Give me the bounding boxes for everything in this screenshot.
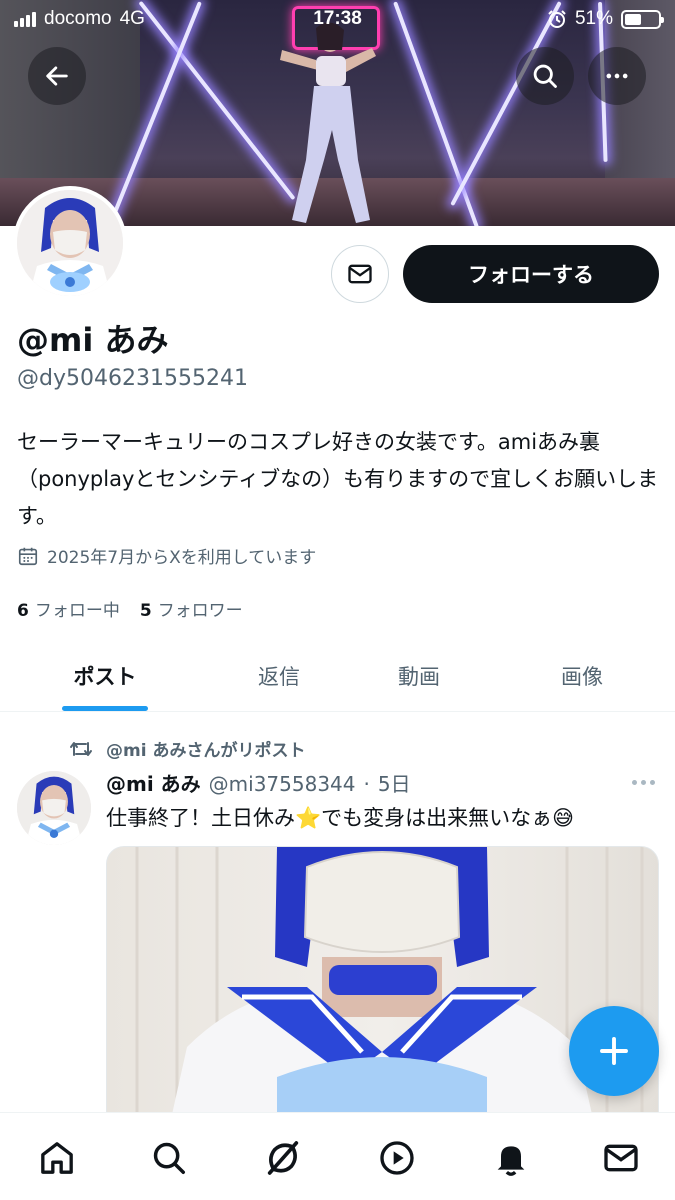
followers-count: 5 <box>139 601 152 621</box>
nav-explore[interactable] <box>142 1131 196 1185</box>
post-author-avatar[interactable] <box>17 771 91 845</box>
following-label: フォロー中 <box>34 601 120 621</box>
more-button[interactable] <box>588 47 646 105</box>
search-icon <box>533 64 557 88</box>
tab-replies[interactable]: 返信 <box>216 640 342 712</box>
mail-icon <box>604 1144 638 1172</box>
post-age[interactable]: 5日 <box>378 768 411 797</box>
follow-button[interactable]: フォローする <box>403 245 659 303</box>
grok-icon <box>267 1141 299 1175</box>
nav-grok[interactable] <box>256 1131 310 1185</box>
tab-videos[interactable]: 動画 <box>356 640 482 712</box>
bottom-navigation <box>0 1112 675 1200</box>
nav-notifications[interactable] <box>484 1131 538 1185</box>
plus-icon <box>600 1037 628 1065</box>
search-button[interactable] <box>516 47 574 105</box>
status-bar: docomo 4G 17:38 51% <box>0 0 675 40</box>
bell-icon <box>497 1146 525 1176</box>
back-arrow-icon <box>46 66 68 86</box>
avatar-image <box>17 771 91 845</box>
post-text: 仕事終了！土日休み⭐でも変身は出来無いなぁ😅 <box>106 806 575 830</box>
search-icon <box>153 1142 185 1174</box>
calendar-icon <box>18 547 38 565</box>
joined-text: 2025年7月からXを利用しています <box>47 548 317 568</box>
message-button[interactable] <box>331 245 389 303</box>
followers-link[interactable]: 5 フォロワー <box>140 596 243 621</box>
post-photo <box>107 847 658 1135</box>
compose-button[interactable] <box>569 1006 659 1096</box>
following-count: 6 <box>17 601 29 621</box>
avatar-image <box>17 190 123 296</box>
back-button[interactable] <box>28 47 86 105</box>
joined-date: 2025年7月からXを利用しています <box>17 543 316 568</box>
play-icon <box>380 1141 414 1175</box>
mail-icon <box>348 264 372 284</box>
nav-messages[interactable] <box>594 1131 648 1185</box>
repost-icon <box>70 741 92 756</box>
profile-handle: @dy5046231555241 <box>17 366 248 391</box>
follow-stats: 6 フォロー中 5 フォロワー <box>17 596 243 621</box>
post-separator: · <box>363 772 370 796</box>
tab-posts[interactable]: ポスト <box>42 640 168 712</box>
nav-home[interactable] <box>30 1131 84 1185</box>
post-more-icon[interactable] <box>626 772 660 792</box>
nav-video[interactable] <box>370 1131 424 1185</box>
tab-images[interactable]: 画像 <box>519 640 645 712</box>
status-right: 51% <box>547 8 664 30</box>
profile-tabs: ポスト 返信 動画 画像 <box>0 640 675 712</box>
following-link[interactable]: 6 フォロー中 <box>17 596 120 621</box>
more-icon <box>606 73 628 79</box>
post-author-handle[interactable]: @mi37558344 <box>209 772 356 796</box>
battery-icon <box>621 9 664 29</box>
profile-avatar[interactable] <box>13 186 127 300</box>
dancer-figure <box>280 22 376 223</box>
battery-percent: 51% <box>574 8 613 29</box>
repost-label: @mi あみさんがリポスト <box>106 741 306 761</box>
followers-label: フォロワー <box>157 601 243 621</box>
active-tab-indicator <box>62 706 148 711</box>
alarm-icon <box>548 10 566 28</box>
post-author-name[interactable]: @mi あみ <box>106 768 201 797</box>
battery-level-fill <box>625 13 642 25</box>
profile-display-name: @mi あみ <box>17 321 169 359</box>
home-icon <box>41 1142 73 1174</box>
post-media-image[interactable] <box>106 846 659 1136</box>
post-header: @mi あみ @mi37558344 · 5日 <box>106 768 411 797</box>
profile-bio: セーラーマーキュリーのコスプレ好きの女装です。amiあみ裏（ponyplayとセ… <box>17 430 659 528</box>
repost-context[interactable]: @mi あみさんがリポスト <box>68 736 305 761</box>
